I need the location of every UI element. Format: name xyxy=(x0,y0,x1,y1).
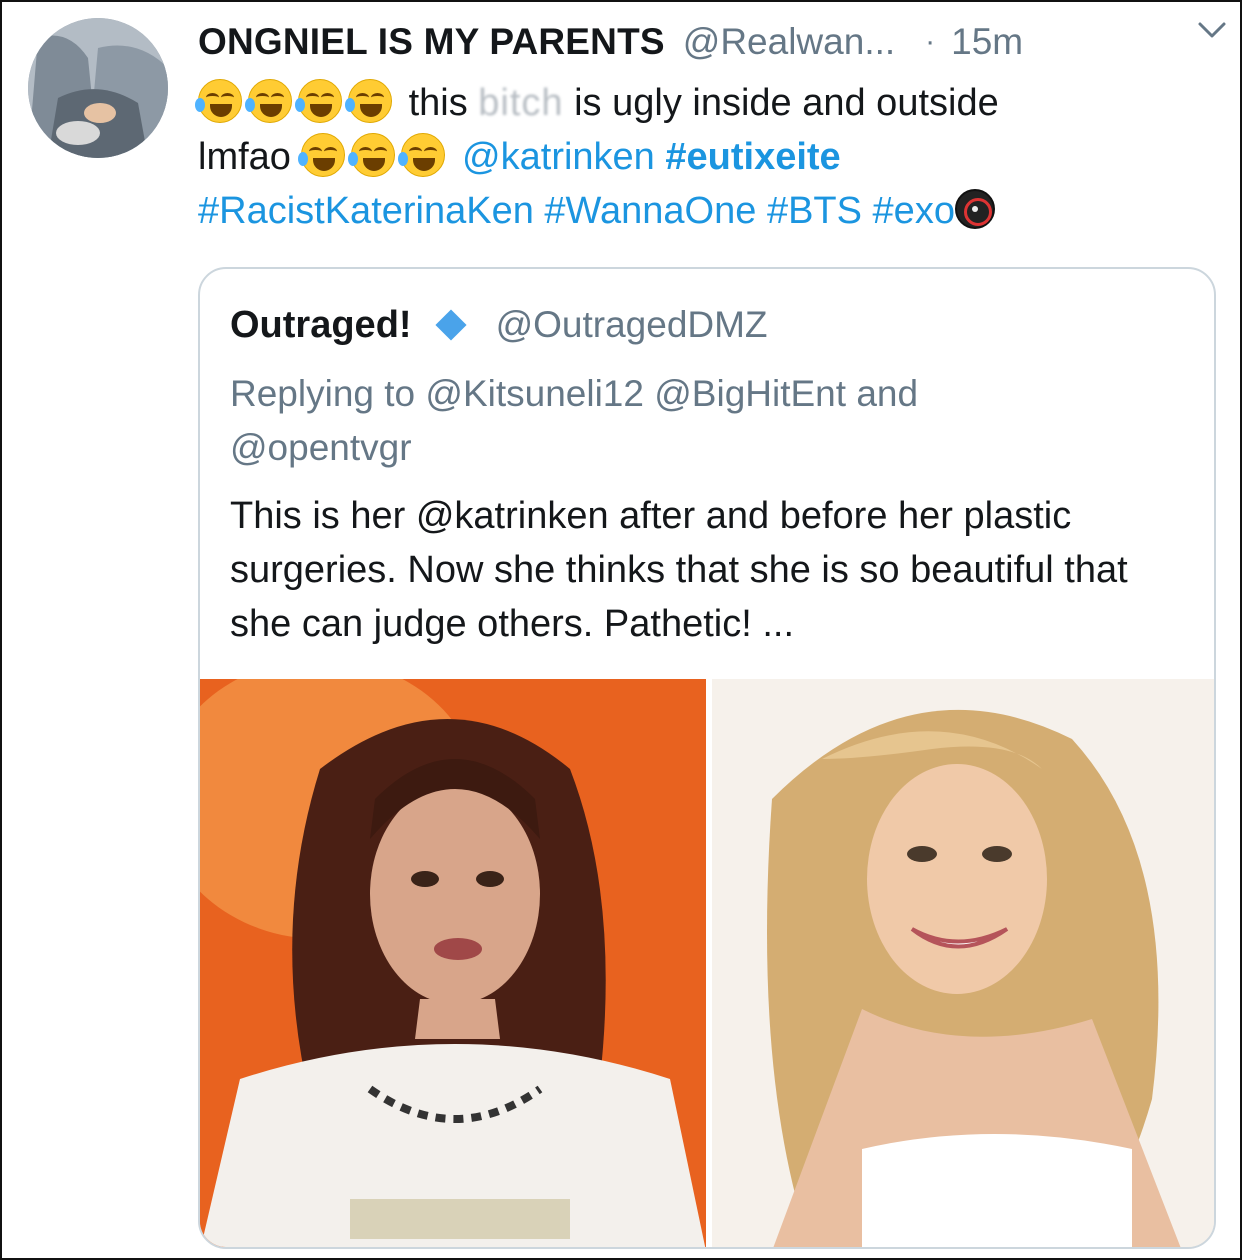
before-photo-image xyxy=(200,679,706,1247)
face-with-tears-of-joy-icon xyxy=(295,79,342,123)
tweet-text: this bitch is ugly inside and outside lm… xyxy=(195,76,1198,238)
exo-hashflag-icon xyxy=(954,189,995,229)
after-photo[interactable] xyxy=(712,679,1214,1247)
reply-conjunction: and xyxy=(856,373,919,414)
hashtag-link[interactable]: #BTS xyxy=(767,190,862,232)
face-with-tears-of-joy-icon xyxy=(298,133,346,177)
tweet-text-part: is ugly inside and outside xyxy=(574,82,999,124)
tweet-container[interactable]: ONGNIEL IS MY PARENTS @Realwan... · 15m … xyxy=(0,0,1242,1260)
quoted-user-handle[interactable]: @OutragedDMZ xyxy=(496,304,768,346)
quoted-tweet-text: This is her @katrinken after and before … xyxy=(230,489,1190,651)
separator-dot: · xyxy=(925,25,936,58)
chevron-down-icon[interactable] xyxy=(1192,12,1232,48)
face-with-tears-of-joy-icon xyxy=(345,79,392,123)
reply-mention[interactable]: @BigHitEnt xyxy=(654,373,846,414)
face-with-tears-of-joy-icon xyxy=(348,133,396,177)
hashtag-link[interactable]: #WannaOne xyxy=(544,190,756,232)
quoted-mention: @katrinken xyxy=(415,495,609,537)
tweet-header: ONGNIEL IS MY PARENTS @Realwan... · 15m xyxy=(198,16,1228,68)
replying-to: Replying to @Kitsuneli12 @BigHitEnt and … xyxy=(230,367,1190,475)
face-with-tears-of-joy-icon xyxy=(195,79,242,123)
display-name[interactable]: ONGNIEL IS MY PARENTS xyxy=(198,21,665,63)
censored-word: bitch xyxy=(478,82,564,124)
hashtag-link[interactable]: #exo xyxy=(873,190,955,232)
quoted-tweet[interactable]: Outraged! @OutragedDMZ Replying to @Kits… xyxy=(198,267,1216,1249)
diamond-icon xyxy=(435,309,467,341)
tweet-text-part: lmfao xyxy=(198,136,291,178)
quoted-text-part: This is her xyxy=(230,495,406,537)
user-handle[interactable]: @Realwan... xyxy=(683,21,895,63)
reply-mention[interactable]: @opentvgr xyxy=(230,427,412,468)
mention-link[interactable]: @katrinken xyxy=(462,136,655,178)
hashtag-link[interactable]: #RacistKaterinaKen xyxy=(198,190,534,232)
face-with-tears-of-joy-icon xyxy=(245,79,292,123)
reply-mention[interactable]: @Kitsuneli12 xyxy=(425,373,644,414)
before-photo[interactable] xyxy=(200,679,706,1247)
avatar-photo xyxy=(28,18,168,158)
hashtag-link[interactable]: #eutixeite xyxy=(665,136,840,178)
replying-to-label: Replying to xyxy=(230,373,416,414)
avatar[interactable] xyxy=(28,18,168,158)
quoted-tweet-header: Outraged! @OutragedDMZ xyxy=(230,299,768,351)
face-with-tears-of-joy-icon xyxy=(398,133,446,177)
quoted-display-name[interactable]: Outraged! xyxy=(230,304,412,347)
after-photo-image xyxy=(712,679,1214,1247)
timestamp[interactable]: 15m xyxy=(951,21,1023,63)
tweet-text-part: this xyxy=(408,82,468,124)
